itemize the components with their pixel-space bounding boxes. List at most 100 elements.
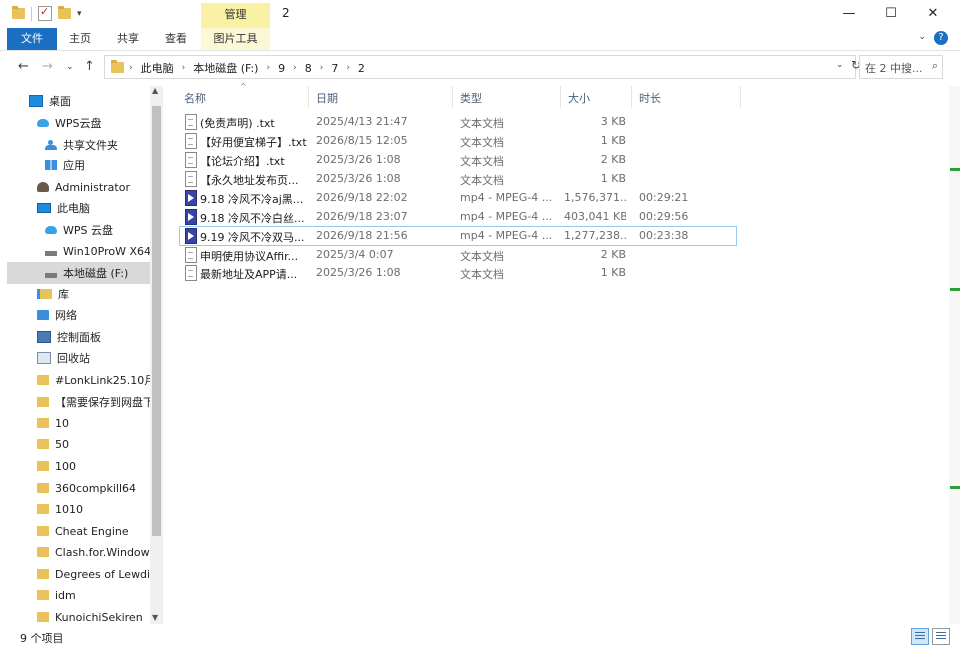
scrollbar-thumb[interactable] xyxy=(152,106,161,536)
breadcrumb-item[interactable]: 本地磁盘 (F:) xyxy=(193,60,258,76)
back-icon[interactable]: ← xyxy=(18,59,29,74)
help-icon[interactable]: ? xyxy=(934,31,948,45)
column-divider[interactable] xyxy=(560,86,561,108)
window-title: 2 xyxy=(282,6,290,20)
chevron-down-icon[interactable]: ⌄ xyxy=(918,32,926,42)
nav-item-folder[interactable]: KunoichiSekiren xyxy=(7,606,150,624)
nav-item-network[interactable]: 网络 xyxy=(7,304,150,326)
tab-view[interactable]: 查看 xyxy=(158,28,194,50)
nav-item-folder[interactable]: Cheat Engine xyxy=(7,520,150,542)
nav-item-folder[interactable]: 360compkill64 xyxy=(7,477,150,499)
close-button[interactable]: ✕ xyxy=(910,0,956,28)
nav-item-folder[interactable]: Degrees of Lewdit xyxy=(7,563,150,585)
column-duration[interactable]: 时长 xyxy=(639,90,661,106)
nav-item-folder[interactable]: 【需要保存到网盘下 xyxy=(7,391,150,413)
nav-item-folder[interactable]: idm xyxy=(7,584,150,606)
nav-item-wps-cloud-drive[interactable]: WPS 云盘 xyxy=(7,219,150,241)
details-view-button[interactable] xyxy=(911,628,929,645)
chevron-right-icon[interactable]: › xyxy=(129,63,133,73)
properties-icon[interactable] xyxy=(38,5,52,21)
chevron-down-icon[interactable]: ⌄ xyxy=(836,60,844,70)
nav-item-folder[interactable]: 10 xyxy=(7,412,150,434)
folder-icon xyxy=(37,590,49,600)
file-row[interactable]: 最新地址及APP请... 2025/3/26 1:08 文本文档 1 KB xyxy=(180,264,736,282)
breadcrumb-item[interactable]: 9 xyxy=(278,62,285,75)
folder-icon xyxy=(37,547,49,557)
recent-locations-icon[interactable]: ⌄ xyxy=(66,62,74,72)
status-bar: 9 个项目 xyxy=(0,624,960,651)
nav-item-system-drive[interactable]: Win10ProW X64 xyxy=(7,240,150,262)
folder-icon[interactable] xyxy=(12,6,25,19)
column-type[interactable]: 类型 xyxy=(460,90,482,106)
file-row[interactable]: 申明使用协议Affir... 2025/3/4 0:07 文本文档 2 KB xyxy=(180,246,736,264)
file-row[interactable]: (免责声明) .txt 2025/4/13 21:47 文本文档 3 KB xyxy=(180,113,736,131)
chevron-right-icon[interactable]: › xyxy=(293,63,297,73)
address-bar[interactable]: › 此电脑 › 本地磁盘 (F:) › 9 › 8 › 7 › 2 ⌄ ↻ xyxy=(104,55,861,79)
up-icon[interactable]: ↑ xyxy=(84,59,95,74)
nav-item-label: 1010 xyxy=(55,502,83,516)
chevron-right-icon[interactable]: › xyxy=(320,63,324,73)
tab-home[interactable]: 主页 xyxy=(62,28,98,50)
file-row[interactable]: 9.18 冷风不冷aj黑... 2026/9/18 22:02 mp4 - MP… xyxy=(180,189,736,207)
large-icons-view-button[interactable] xyxy=(932,628,950,645)
search-input[interactable]: 在 2 中搜... ⌕ xyxy=(859,55,943,79)
nav-item-shared-folder[interactable]: 共享文件夹 xyxy=(7,134,150,156)
column-divider[interactable] xyxy=(452,86,453,108)
folder-icon xyxy=(37,612,49,622)
tab-file[interactable]: 文件 xyxy=(7,28,57,50)
nav-item-folder[interactable]: 1010 xyxy=(7,498,150,520)
column-name[interactable]: 名称 xyxy=(184,90,206,106)
nav-item-label: Clash.for.Windows xyxy=(55,545,150,559)
column-divider[interactable] xyxy=(631,86,632,108)
forward-icon[interactable]: → xyxy=(42,59,53,74)
chevron-up-icon[interactable]: ▲ xyxy=(152,86,158,95)
nav-item-recycle-bin[interactable]: 回收站 xyxy=(7,347,150,369)
file-row[interactable]: 【论坛介绍】.txt 2025/3/26 1:08 文本文档 2 KB xyxy=(180,151,736,169)
search-icon[interactable]: ⌕ xyxy=(932,59,938,73)
chevron-down-icon[interactable]: ▼ xyxy=(152,613,158,622)
nav-item-libraries[interactable]: 库 xyxy=(7,283,150,305)
chevron-right-icon[interactable]: › xyxy=(266,63,270,73)
toolbar-divider xyxy=(31,6,32,21)
breadcrumb-item[interactable]: 8 xyxy=(305,62,312,75)
file-row[interactable]: 【永久地址发布页... 2025/3/26 1:08 文本文档 1 KB xyxy=(180,170,736,188)
tab-picture-tools[interactable]: 图片工具 xyxy=(201,28,270,50)
video-file-icon xyxy=(185,209,197,225)
column-size[interactable]: 大小 xyxy=(568,90,590,106)
breadcrumb-item[interactable]: 7 xyxy=(331,62,338,75)
file-row[interactable]: 9.18 冷风不冷白丝... 2026/9/18 23:07 mp4 - MPE… xyxy=(180,208,736,226)
context-tab-manage[interactable]: 管理 xyxy=(201,3,270,30)
nav-item-this-pc[interactable]: 此电脑 xyxy=(7,197,150,219)
nav-item-administrator[interactable]: Administrator xyxy=(7,176,150,198)
nav-item-desktop[interactable]: 桌面 xyxy=(7,90,150,112)
file-row[interactable]: 【好用便宜梯子】.txt 2026/8/15 12:05 文本文档 1 KB xyxy=(180,132,736,150)
nav-item-apps[interactable]: 应用 xyxy=(7,154,150,176)
adjacent-window-edge xyxy=(949,86,960,624)
breadcrumb-item[interactable]: 2 xyxy=(358,62,365,75)
nav-item-folder[interactable]: Clash.for.Windows xyxy=(7,541,150,563)
nav-item-folder[interactable]: 100 xyxy=(7,455,150,477)
column-divider[interactable] xyxy=(740,86,741,108)
chevron-down-icon[interactable]: ▾ xyxy=(77,9,82,19)
column-date[interactable]: 日期 xyxy=(316,90,338,106)
nav-item-wps-cloud[interactable]: WPS云盘 xyxy=(7,112,150,134)
tab-share[interactable]: 共享 xyxy=(110,28,146,50)
column-divider[interactable] xyxy=(308,86,309,108)
folder-icon xyxy=(111,60,124,73)
new-folder-icon[interactable] xyxy=(58,6,71,19)
breadcrumb-item[interactable]: 此电脑 xyxy=(141,60,174,76)
nav-item-control-panel[interactable]: 控制面板 xyxy=(7,326,150,348)
item-count: 9 个项目 xyxy=(20,632,64,645)
minimize-button[interactable]: — xyxy=(826,0,872,28)
chevron-right-icon[interactable]: › xyxy=(346,63,350,73)
nav-item-folder[interactable]: #LonkLink25.10月 xyxy=(7,369,150,391)
nav-item-label: Win10ProW X64 xyxy=(63,244,150,258)
maximize-button[interactable]: ☐ xyxy=(868,0,914,28)
file-row-focused[interactable]: 9.19 冷风不冷双马... 2026/9/18 21:56 mp4 - MPE… xyxy=(179,226,737,246)
nav-item-local-disk-f[interactable]: 本地磁盘 (F:) xyxy=(7,262,150,284)
folder-icon xyxy=(37,483,49,493)
nav-item-folder[interactable]: 50 xyxy=(7,433,150,455)
chevron-right-icon[interactable]: › xyxy=(182,63,186,73)
nav-pane-scrollbar[interactable]: ▲ ▼ xyxy=(150,86,163,624)
user-icon xyxy=(37,182,49,192)
